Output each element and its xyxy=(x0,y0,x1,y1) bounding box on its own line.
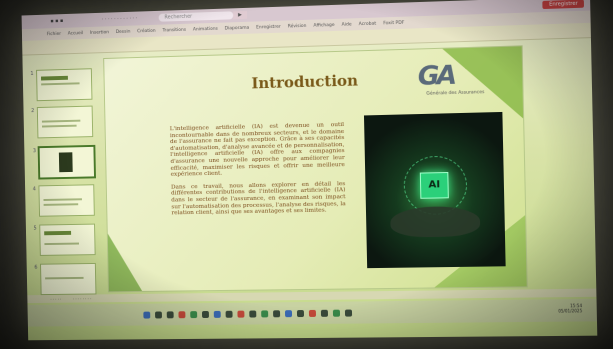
logo-mark-icon: GA xyxy=(417,60,455,92)
slide-thumbnail[interactable]: 1 xyxy=(30,68,93,102)
tab-affichage[interactable]: Affichage xyxy=(313,22,334,28)
projected-screen: ▪ ▪ ▪ · · · · · · · · · · · · Rechercher… xyxy=(21,0,598,341)
hands-shape xyxy=(390,205,481,238)
thumbnail-line xyxy=(45,276,84,280)
app-icon[interactable] xyxy=(237,310,245,318)
logo-subtitle: Générale des Assurances xyxy=(426,90,485,97)
tab-accueil[interactable]: Accueil xyxy=(68,31,84,36)
taskview-icon[interactable] xyxy=(166,310,174,318)
thumbnail-number: 2 xyxy=(31,108,35,115)
start-icon[interactable] xyxy=(143,311,151,319)
document-title-blur: · · · · · · · · · · · · xyxy=(101,15,138,23)
search-input[interactable]: Rechercher xyxy=(158,11,234,22)
tab-transitions[interactable]: Transitions xyxy=(162,27,186,33)
powerpoint-icon[interactable] xyxy=(308,309,317,317)
thumbnail-number: 1 xyxy=(30,70,34,77)
thumbnail-title xyxy=(44,230,72,236)
system-tray-clock[interactable]: 15:54 05/01/2025 xyxy=(558,303,582,313)
tab-insertion[interactable]: Insertion xyxy=(90,30,109,36)
thumbnail-title xyxy=(40,75,68,81)
app-icon[interactable] xyxy=(320,309,329,317)
tab-enregistrer[interactable]: Enregistrer xyxy=(256,24,281,30)
slide-thumbnail-active[interactable]: 3 xyxy=(33,144,96,180)
slide-thumbnail[interactable]: 5 xyxy=(34,223,96,256)
slide-thumbnail[interactable]: 2 xyxy=(31,105,94,139)
ai-hands-image: AI xyxy=(363,111,506,269)
thumbnail-line xyxy=(43,198,82,201)
thumbnail-line xyxy=(44,242,80,246)
thumbnail-line xyxy=(41,119,81,123)
status-slide-count: · · · · · xyxy=(50,296,62,302)
windows-taskbar xyxy=(27,298,597,327)
slide-title: Introduction xyxy=(251,71,359,93)
thumbnail-image xyxy=(58,152,73,173)
record-button[interactable]: Enregistrer xyxy=(542,0,585,10)
body-paragraph: L'intelligence artificielle (IA) est dev… xyxy=(169,121,345,178)
thumbnail-line xyxy=(42,124,77,128)
company-logo: GA Générale des Assurances xyxy=(399,53,502,104)
decor-triangle xyxy=(103,182,148,293)
slide-thumbnail[interactable]: 6 xyxy=(34,262,97,296)
photo-scene: ▪ ▪ ▪ · · · · · · · · · · · · Rechercher… xyxy=(0,0,613,349)
slide-thumbnails-pane: 1 2 3 4 5 6 xyxy=(28,56,98,303)
slide-body-text: L'intelligence artificielle (IA) est dev… xyxy=(170,122,346,223)
app-icon[interactable] xyxy=(332,309,341,317)
app-icon[interactable] xyxy=(284,309,293,317)
tab-dessin[interactable]: Dessin xyxy=(116,29,131,34)
body-paragraph: Dans ce travail, nous allons explorer en… xyxy=(170,180,346,217)
app-icon[interactable] xyxy=(273,309,281,317)
app-icon[interactable] xyxy=(249,310,257,318)
tab-animations[interactable]: Animations xyxy=(193,26,218,32)
app-icon[interactable] xyxy=(190,310,198,318)
app-icon[interactable] xyxy=(296,309,305,317)
thumbnail-line xyxy=(43,203,79,206)
app-icon[interactable] xyxy=(225,310,233,318)
slide-thumbnail[interactable]: 4 xyxy=(33,184,95,217)
clock-date: 05/01/2025 xyxy=(558,308,583,314)
thumbnail-number: 5 xyxy=(33,225,37,232)
status-accessibility: · · · · · · · · xyxy=(72,295,92,302)
app-icon[interactable] xyxy=(213,310,221,318)
thumbnail-number: 3 xyxy=(32,148,37,155)
app-icon[interactable] xyxy=(261,309,269,317)
ai-chip-icon: AI xyxy=(419,171,449,199)
window-controls[interactable]: ▪ ▪ ▪ xyxy=(50,18,63,24)
present-button[interactable]: ▶ xyxy=(233,10,247,20)
tab-aide[interactable]: Aide xyxy=(342,22,352,27)
tab-foxit[interactable]: Foxit PDF xyxy=(383,20,404,26)
search-icon[interactable] xyxy=(155,310,162,318)
tab-creation[interactable]: Création xyxy=(137,28,156,34)
tab-diaporama[interactable]: Diaporama xyxy=(225,25,250,31)
tab-revision[interactable]: Révision xyxy=(288,23,307,29)
app-icon[interactable] xyxy=(178,310,186,318)
thumbnail-line xyxy=(41,82,80,86)
thumbnail-number: 4 xyxy=(32,186,36,193)
app-icon[interactable] xyxy=(201,310,209,318)
app-icon[interactable] xyxy=(344,309,353,317)
slide-canvas[interactable]: Introduction GA Générale des Assurances … xyxy=(103,45,528,293)
tab-acrobat[interactable]: Acrobat xyxy=(359,21,377,27)
tab-fichier[interactable]: Fichier xyxy=(47,31,61,36)
thumbnail-number: 6 xyxy=(34,264,38,271)
